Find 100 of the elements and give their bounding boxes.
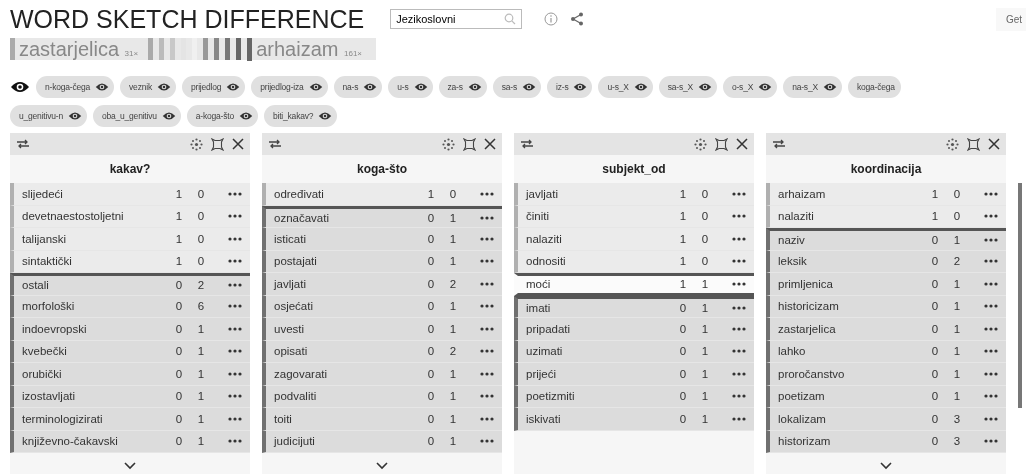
collocation-row[interactable]: terminologizirati 0 1 xyxy=(10,408,250,431)
collocation-row[interactable]: nalaziti 1 0 xyxy=(514,228,754,251)
close-icon[interactable] xyxy=(484,138,496,150)
collocation-row[interactable]: moći 1 1 xyxy=(514,273,754,296)
collocation-row[interactable]: odnositi 1 0 xyxy=(514,250,754,273)
more-icon[interactable] xyxy=(984,394,998,399)
eye-icon[interactable] xyxy=(161,111,176,121)
collocation-row[interactable]: primljenica 0 1 xyxy=(766,273,1006,296)
collocation-row[interactable]: lahko 0 1 xyxy=(766,340,1006,363)
collocation-row[interactable]: sintaktički 1 0 xyxy=(10,250,250,273)
collocation-row[interactable]: historizam 0 3 xyxy=(766,430,1006,453)
relation-chip[interactable]: u_genitivu-n xyxy=(10,105,87,127)
more-icon[interactable] xyxy=(984,371,998,376)
collocation-row[interactable]: historicizam 0 1 xyxy=(766,295,1006,318)
collocation-row[interactable]: proročanstvo 0 1 xyxy=(766,363,1006,386)
collocation-row[interactable]: određivati 1 0 xyxy=(262,183,502,206)
collocation-row[interactable]: zastarjelica 0 1 xyxy=(766,318,1006,341)
more-icon[interactable] xyxy=(984,191,998,196)
relation-chip[interactable]: na-s_X xyxy=(783,76,842,98)
relation-chip[interactable]: prijedlog xyxy=(181,76,246,98)
relation-chip[interactable]: o-s_X xyxy=(722,76,778,98)
more-icon[interactable] xyxy=(480,304,494,309)
chevron-down-icon[interactable] xyxy=(124,461,136,470)
more-icon[interactable] xyxy=(228,394,242,399)
maximize-icon[interactable] xyxy=(967,137,980,151)
more-icon[interactable] xyxy=(480,371,494,376)
more-icon[interactable] xyxy=(480,259,494,264)
collocation-row[interactable]: slijedeći 1 0 xyxy=(10,183,250,206)
more-icon[interactable] xyxy=(732,371,746,376)
maximize-icon[interactable] xyxy=(715,137,728,151)
collocation-row[interactable]: poetizam 0 1 xyxy=(766,385,1006,408)
more-icon[interactable] xyxy=(480,349,494,354)
relation-chip[interactable]: biti_kakav? xyxy=(263,105,338,127)
relation-chip[interactable]: prijedlog-iza xyxy=(251,76,328,98)
more-icon[interactable] xyxy=(228,191,242,196)
more-icon[interactable] xyxy=(732,349,746,354)
more-icon[interactable] xyxy=(984,326,998,331)
collocation-row[interactable]: imati 0 1 xyxy=(514,295,754,318)
collocation-row[interactable]: lokalizam 0 3 xyxy=(766,408,1006,431)
get-button[interactable]: Get xyxy=(995,7,1026,31)
eye-icon[interactable] xyxy=(226,82,241,92)
collocation-row[interactable]: indoevropski 0 1 xyxy=(10,318,250,341)
close-icon[interactable] xyxy=(736,138,748,150)
more-icon[interactable] xyxy=(984,214,998,219)
settings-icon[interactable] xyxy=(442,137,455,151)
more-icon[interactable] xyxy=(984,349,998,354)
eye-icon[interactable] xyxy=(633,82,648,92)
more-icon[interactable] xyxy=(480,326,494,331)
eye-icon[interactable] xyxy=(67,111,82,121)
relation-chip[interactable]: sa-s_X xyxy=(658,76,717,98)
collocation-row[interactable]: devetnaestostoljetni 1 0 xyxy=(10,205,250,228)
eye-icon[interactable] xyxy=(467,82,482,92)
collocation-row[interactable]: iskivati 0 1 xyxy=(514,408,754,431)
collocation-row[interactable]: naziv 0 1 xyxy=(766,228,1006,251)
settings-icon[interactable] xyxy=(694,137,707,151)
collocation-row[interactable]: prijeći 0 1 xyxy=(514,363,754,386)
collocation-row[interactable]: uvesti 0 1 xyxy=(262,318,502,341)
more-icon[interactable] xyxy=(480,281,494,286)
relation-chip[interactable]: veznik xyxy=(120,76,176,98)
collocation-row[interactable]: uzimati 0 1 xyxy=(514,340,754,363)
swap-icon[interactable] xyxy=(268,139,282,149)
collocation-row[interactable]: činiti 1 0 xyxy=(514,205,754,228)
more-icon[interactable] xyxy=(984,304,998,309)
collocation-row[interactable]: javljati 1 0 xyxy=(514,183,754,206)
collocation-row[interactable]: arhaizam 1 0 xyxy=(766,183,1006,206)
relation-chip[interactable]: oba_u_genitivu xyxy=(92,105,181,127)
more-icon[interactable] xyxy=(228,283,242,288)
more-icon[interactable] xyxy=(732,416,746,421)
relation-chip[interactable]: za-s xyxy=(438,76,487,98)
more-icon[interactable] xyxy=(984,439,998,444)
more-icon[interactable] xyxy=(228,349,242,354)
relation-chip[interactable]: n-koga-čega xyxy=(36,76,115,98)
more-icon[interactable] xyxy=(480,191,494,196)
maximize-icon[interactable] xyxy=(211,137,224,151)
more-icon[interactable] xyxy=(984,416,998,421)
collocation-row[interactable]: izostavljati 0 1 xyxy=(10,385,250,408)
more-icon[interactable] xyxy=(732,236,746,241)
more-icon[interactable] xyxy=(228,214,242,219)
collocation-row[interactable]: toiti 0 1 xyxy=(262,408,502,431)
more-icon[interactable] xyxy=(480,215,494,220)
eye-icon[interactable] xyxy=(573,82,588,92)
chevron-down-icon[interactable] xyxy=(880,461,892,470)
more-icon[interactable] xyxy=(984,281,998,286)
more-icon[interactable] xyxy=(732,326,746,331)
more-icon[interactable] xyxy=(228,236,242,241)
more-icon[interactable] xyxy=(228,439,242,444)
more-icon[interactable] xyxy=(228,416,242,421)
settings-icon[interactable] xyxy=(190,137,203,151)
relation-chip[interactable]: u-s_X xyxy=(598,76,653,98)
swap-icon[interactable] xyxy=(772,139,786,149)
collocation-row[interactable]: književno-čakavski 0 1 xyxy=(10,430,250,453)
more-icon[interactable] xyxy=(228,326,242,331)
relation-chip[interactable]: u-s xyxy=(388,76,433,98)
collocation-row[interactable]: podvaliti 0 1 xyxy=(262,385,502,408)
collocation-row[interactable]: judicijuti 0 1 xyxy=(262,430,502,453)
collocation-row[interactable]: talijanski 1 0 xyxy=(10,228,250,251)
settings-icon[interactable] xyxy=(946,137,959,151)
swap-icon[interactable] xyxy=(520,139,534,149)
collocation-row[interactable]: ostali 0 2 xyxy=(10,273,250,296)
eye-icon[interactable] xyxy=(522,82,537,92)
